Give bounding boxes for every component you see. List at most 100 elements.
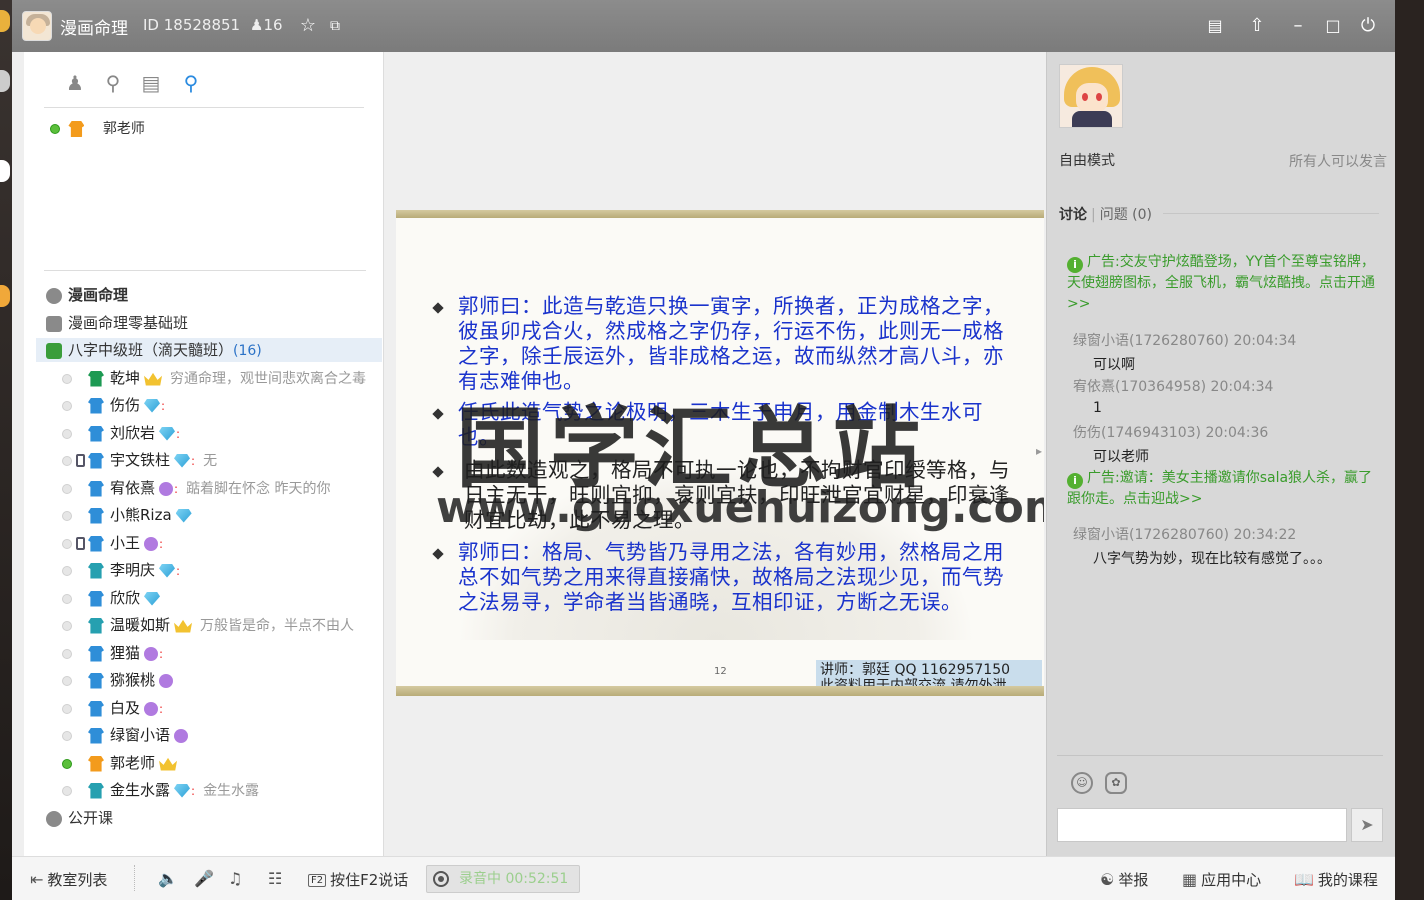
member-name: 欣欣: [110, 589, 141, 607]
member-item[interactable]: 宥依熹: 踮着脚在怀念 昨天的你: [62, 476, 384, 500]
member-item[interactable]: 白及:: [62, 696, 384, 720]
member-avatar-icon: [88, 397, 104, 414]
members-icon[interactable]: ♟: [62, 70, 88, 96]
status-dot: [62, 785, 72, 796]
flower-icon[interactable]: ✿: [1105, 772, 1127, 794]
classroom-list-button[interactable]: ⇤ 教室列表: [30, 869, 107, 890]
member-mark: :: [159, 702, 164, 716]
chat-ad[interactable]: i 广告:交友守护炫酷登场，YY首个至尊宝铭牌，天使翅膀图标，全服飞机，霸气炫酷拽…: [1067, 252, 1381, 315]
user-count-value: 16: [263, 16, 283, 34]
music-icon[interactable]: ♫: [228, 869, 246, 888]
collapse-arrow-icon[interactable]: ▸: [1036, 444, 1046, 460]
member-avatar-icon: [88, 507, 104, 524]
info-icon: i: [1067, 257, 1083, 273]
member-item[interactable]: 猕猴桃: [62, 668, 384, 692]
my-courses-button[interactable]: 📖 我的课程: [1294, 869, 1378, 890]
member-panel-tabs: ♟ ⚲ ▤ ⚲: [44, 68, 364, 108]
slide-paragraph: 郭师曰：格局、气势皆乃寻用之法，各有妙用，然格局之用总不如气势之用来得直接痛快，…: [458, 540, 1004, 614]
status-dot: [62, 565, 72, 576]
title-bar[interactable]: 漫画命理 ID 18528851 ♟16 ☆ ⧉ ▤ ⇧ – □ ⏻: [12, 0, 1395, 52]
member-name: 白及: [110, 699, 141, 717]
member-signature: 万般皆是命，半点不由人: [200, 618, 355, 634]
chat-panel: 自由模式 所有人可以发言 讨论 | 问题 (0) i 广告:交友守护炫酷登场，YY首个…: [1046, 52, 1395, 856]
equalizer-icon[interactable]: ☷: [268, 869, 286, 888]
status-dot: [62, 400, 72, 411]
skin-icon[interactable]: ⇧: [1244, 13, 1270, 39]
channel-label: 公开课: [68, 809, 114, 827]
chat-input[interactable]: [1057, 808, 1347, 842]
diamond-icon: [174, 453, 191, 468]
member-item[interactable]: 金生水露: 金生水露: [62, 778, 384, 802]
member-item[interactable]: 乾坤 穷通命理，观世间悲欢离合之毒: [62, 366, 384, 390]
member-avatar-icon: [88, 452, 104, 469]
app-center-button[interactable]: ▦ 应用中心: [1182, 869, 1261, 890]
member-item[interactable]: 郭老师: [62, 751, 384, 775]
member-mark: :: [191, 454, 196, 468]
member-avatar-icon: [88, 782, 104, 799]
channel-item[interactable]: 公开课: [46, 806, 113, 830]
divider: [1057, 755, 1383, 756]
member-item[interactable]: 李明庆:: [62, 558, 384, 582]
chat-message-header: 伤伤(1746943103) 20:04:36: [1073, 425, 1269, 441]
external-link-icon[interactable]: ⧉: [322, 13, 348, 39]
tab-questions[interactable]: 问题 (0): [1100, 207, 1152, 223]
channel-item[interactable]: 漫画命理零基础班: [46, 311, 188, 335]
slide-page-number: 12: [714, 666, 727, 677]
status-dot: [62, 455, 72, 466]
status-dot: [62, 730, 72, 741]
grid-icon: ▦: [1182, 870, 1198, 889]
teacher-avatar[interactable]: [1059, 64, 1123, 128]
vip-icon: [144, 536, 159, 551]
status-dot: [62, 675, 72, 686]
tab-discussion[interactable]: 讨论: [1059, 207, 1087, 223]
status-dot: [62, 758, 72, 769]
report-button[interactable]: ☯ 举报: [1100, 869, 1148, 890]
mobile-icon: [76, 537, 85, 550]
push-to-talk-button[interactable]: F2 按住F2说话: [308, 869, 408, 890]
vip-icon: [174, 728, 189, 743]
microphone-icon[interactable]: 🎤: [194, 869, 218, 888]
divider: [44, 270, 366, 271]
channel-item-selected[interactable]: 八字中级班（滴天髓班）(16): [36, 338, 382, 362]
speaker-icon[interactable]: 🔈: [158, 869, 182, 888]
member-item[interactable]: 小王:: [62, 531, 384, 555]
send-icon[interactable]: ➤: [1351, 808, 1383, 842]
mode-label: 自由模式: [1059, 153, 1115, 169]
location-icon[interactable]: ⚲: [100, 70, 126, 96]
member-item[interactable]: 宇文铁柱: 无: [62, 448, 384, 472]
teacher-row[interactable]: 郭老师: [50, 118, 145, 140]
member-item[interactable]: 欣欣: [62, 586, 384, 610]
member-item[interactable]: 小熊Riza: [62, 503, 384, 527]
channel-count: (16): [233, 343, 262, 359]
room-id: ID 18528851: [143, 16, 241, 34]
notes-icon[interactable]: ▤: [1202, 13, 1228, 39]
member-avatar-icon: [88, 700, 104, 717]
member-item[interactable]: 伤伤:: [62, 393, 384, 417]
star-icon[interactable]: ☆: [295, 13, 321, 39]
notes-icon[interactable]: ▤: [138, 70, 164, 96]
emoji-icon[interactable]: ☺: [1071, 772, 1093, 794]
vip-icon: [144, 701, 159, 716]
room-avatar[interactable]: [22, 11, 52, 41]
user-count: ♟16: [250, 16, 283, 34]
member-item[interactable]: 狸猫:: [62, 641, 384, 665]
minimize-icon[interactable]: –: [1285, 13, 1311, 39]
vip-icon: [144, 646, 159, 661]
maximize-icon[interactable]: □: [1320, 13, 1346, 39]
crown-icon: [159, 757, 178, 771]
member-item[interactable]: 绿窗小语: [62, 723, 384, 747]
my-courses-label: 我的课程: [1317, 871, 1378, 889]
member-item[interactable]: 温暖如斯 万般皆是命，半点不由人: [62, 613, 384, 637]
user-icon: ♟: [250, 16, 264, 34]
power-icon[interactable]: ⏻: [1355, 13, 1381, 39]
channel-item[interactable]: 漫画命理: [46, 283, 128, 307]
recording-indicator[interactable]: 录音中 00:52:51: [426, 865, 580, 893]
chat-ad[interactable]: i 广告:邀请：美女主播邀请你sala狼人杀，赢了跟你走。点击迎战>>: [1067, 468, 1381, 510]
report-icon: ☯: [1100, 870, 1115, 889]
search-icon[interactable]: ⚲: [178, 70, 204, 96]
status-dot: [62, 593, 72, 604]
member-name: 绿窗小语: [110, 726, 171, 744]
member-mark: :: [176, 427, 181, 441]
slide-bottom-bar: [396, 686, 1044, 696]
member-item[interactable]: 刘欣岩:: [62, 421, 384, 445]
